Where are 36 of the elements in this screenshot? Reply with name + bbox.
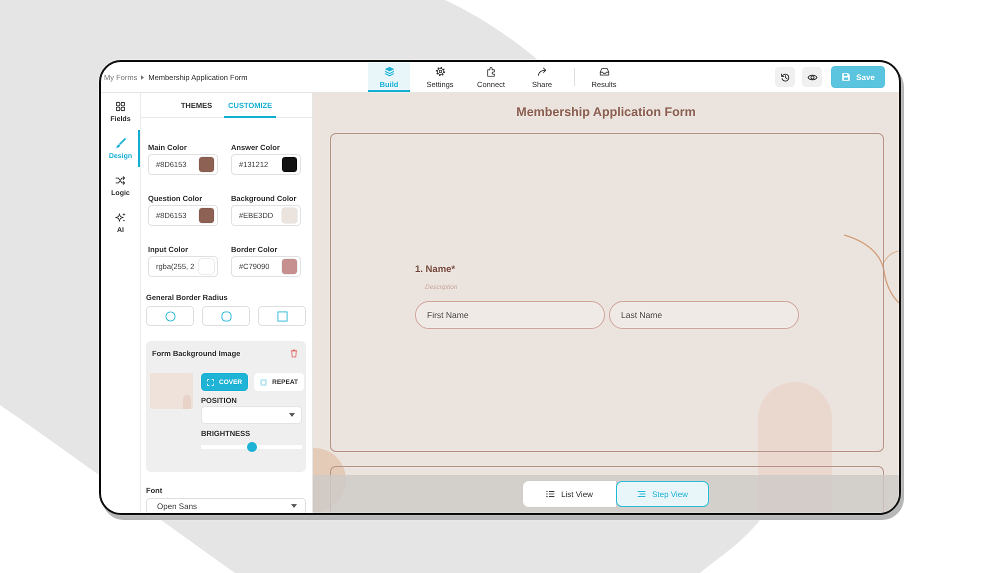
gear-icon [434, 66, 446, 76]
chevron-icon [141, 74, 144, 80]
circle-icon [164, 310, 176, 322]
corners-icon [207, 378, 214, 386]
trash-icon[interactable] [290, 349, 298, 358]
slider-thumb[interactable] [246, 442, 256, 452]
view-tab[interactable]: List View [523, 481, 616, 507]
history-button[interactable] [775, 67, 795, 87]
lines-icon [637, 490, 646, 498]
list-icon [546, 490, 556, 498]
puzzle-icon [486, 66, 496, 76]
rounded-square-icon [220, 310, 232, 322]
form-title: Membership Application Form [515, 104, 697, 120]
history-icon [780, 72, 790, 82]
shuffle-icon [115, 174, 126, 186]
text-input[interactable]: First Name [415, 301, 605, 329]
image-thumbnail [150, 373, 193, 409]
square-icon [276, 310, 288, 322]
brush-icon [115, 138, 126, 148]
share-icon [536, 66, 548, 76]
text-input[interactable]: Last Name [609, 301, 799, 329]
grid-icon [115, 100, 126, 112]
radius-option[interactable] [258, 306, 306, 326]
radius-option[interactable] [202, 306, 250, 326]
position-select[interactable] [201, 406, 302, 424]
caret-icon [291, 504, 297, 508]
sparkle-icon [115, 212, 126, 222]
caret-icon [289, 413, 295, 417]
save-icon [841, 72, 852, 82]
preview-button[interactable] [802, 67, 822, 87]
tray-icon [598, 66, 610, 76]
dotted-square-icon [260, 378, 268, 386]
radius-option[interactable] [146, 306, 194, 326]
layers-icon [384, 66, 394, 76]
font-select[interactable]: Open Sans [146, 498, 306, 513]
question-label: 1. Name* [415, 263, 456, 276]
